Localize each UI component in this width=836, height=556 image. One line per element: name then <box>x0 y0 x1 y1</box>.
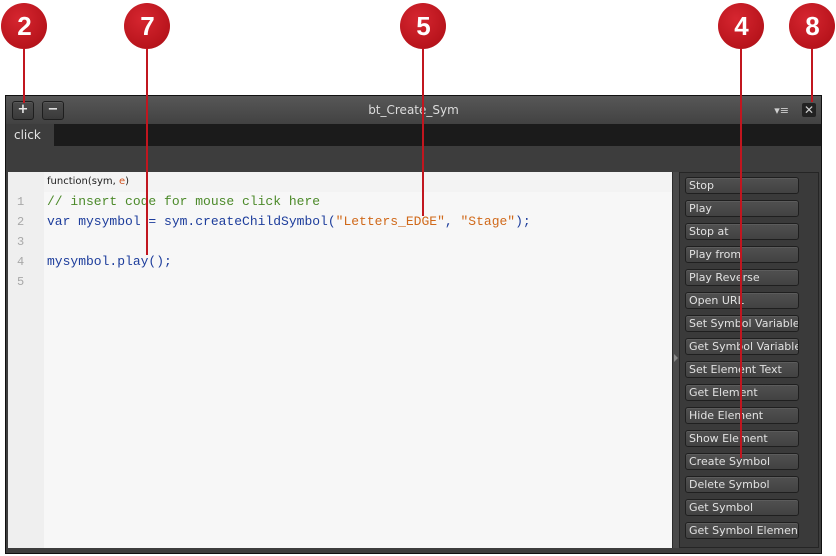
snippet-open-url[interactable]: Open URL <box>685 292 799 309</box>
event-tabbar: click <box>6 124 821 146</box>
code-snippets-panel: Stop Play Stop at Play from Play Reverse… <box>679 172 819 548</box>
callout-line <box>740 48 742 458</box>
code-line: 2 var mysymbol = sym.createChildSymbol("… <box>8 212 672 232</box>
callout-bubble: 7 <box>124 3 170 49</box>
code-line: 5 <box>8 272 672 292</box>
snippet-set-symbol-variable[interactable]: Set Symbol Variable <box>685 315 799 332</box>
code-punct: ); <box>515 214 531 229</box>
snippet-set-element-text[interactable]: Set Element Text <box>685 361 799 378</box>
code-panel: + − bt_Create_Sym ▾≡ ✕ click function(sy… <box>5 95 822 554</box>
code-text: var mysymbol = sym.createChildSymbol("Le… <box>47 212 531 232</box>
code-string: "Stage" <box>460 214 516 229</box>
snippet-play[interactable]: Play <box>685 200 799 217</box>
tab-click[interactable]: click <box>6 124 54 146</box>
callout-line <box>811 48 813 102</box>
snippet-create-symbol[interactable]: Create Symbol <box>685 453 799 470</box>
panel-titlebar: + − bt_Create_Sym ▾≡ ✕ <box>6 96 821 124</box>
callout-bubble: 5 <box>400 3 446 49</box>
snippet-get-symbol-element[interactable]: Get Symbol Element <box>685 522 799 539</box>
snippet-stop[interactable]: Stop <box>685 177 799 194</box>
callout-bubble: 2 <box>1 3 47 49</box>
signature-prefix: function(sym, <box>47 176 119 187</box>
code-text: mysymbol.play(); <box>47 254 172 269</box>
line-number: 2 <box>17 215 25 229</box>
snippet-get-element[interactable]: Get Element <box>685 384 799 401</box>
snippet-get-symbol[interactable]: Get Symbol <box>685 499 799 516</box>
code-line: 3 <box>8 232 672 252</box>
snippet-show-element[interactable]: Show Element <box>685 430 799 447</box>
line-number: 5 <box>17 275 25 289</box>
panel-subbar <box>6 146 821 172</box>
signature-suffix: ) <box>125 176 130 187</box>
callout-line <box>146 48 148 255</box>
callout-bubble: 4 <box>718 3 764 49</box>
snippet-play-reverse[interactable]: Play Reverse <box>685 269 799 286</box>
code-comment: // insert code for mouse click here <box>47 194 321 209</box>
snippet-get-symbol-variable[interactable]: Get Symbol Variable <box>685 338 799 355</box>
snippet-delete-symbol[interactable]: Delete Symbol <box>685 476 799 493</box>
panel-title: bt_Create_Sym <box>368 103 459 117</box>
callout-line <box>422 48 424 216</box>
code-line: 1 // insert code for mouse click here <box>8 192 672 212</box>
callout-bubble: 8 <box>789 3 835 49</box>
line-number: 4 <box>17 255 25 269</box>
snippet-play-from[interactable]: Play from <box>685 246 799 263</box>
line-number: 3 <box>17 235 25 249</box>
code-expr: mysymbol = sym.createChildSymbol( <box>70 214 336 229</box>
snippet-hide-element[interactable]: Hide Element <box>685 407 799 424</box>
code-keyword: var <box>47 214 71 229</box>
close-icon[interactable]: ✕ <box>802 103 816 117</box>
code-punct: , <box>444 214 461 229</box>
code-line: 4 mysymbol.play(); <box>8 252 672 272</box>
line-number: 1 <box>17 195 25 209</box>
function-signature: function(sym, e) <box>44 172 672 192</box>
snippet-stop-at[interactable]: Stop at <box>685 223 799 240</box>
expand-arrow-icon[interactable] <box>674 354 678 362</box>
code-string: "Letters_EDGE" <box>335 214 445 229</box>
code-editor[interactable]: function(sym, e) 1 // insert code for mo… <box>8 172 672 548</box>
panel-menu-icon[interactable]: ▾≡ <box>774 104 789 117</box>
panel-splitter[interactable] <box>672 172 679 548</box>
callout-line <box>23 48 25 103</box>
